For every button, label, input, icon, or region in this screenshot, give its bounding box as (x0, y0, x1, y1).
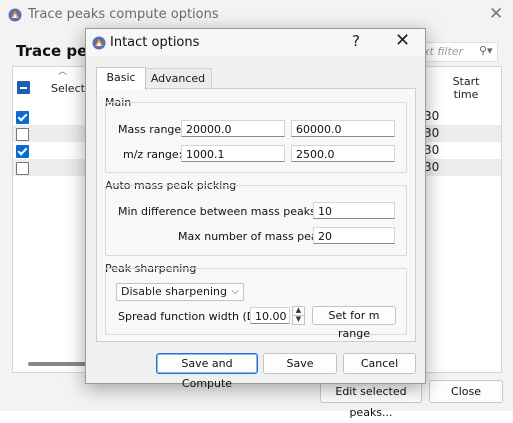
spread-width-field[interactable]: 10.00 (250, 307, 290, 324)
start-time-cell: 30 (424, 109, 440, 123)
basic-tab-panel: Main Mass range: 20000.0 60000.0 m/z ran… (96, 88, 416, 342)
dialog-title: Intact options (110, 35, 200, 50)
start-time-cell: 30 (424, 126, 440, 140)
mass-range-label: Mass range: (118, 123, 185, 136)
row-checkbox[interactable] (16, 162, 29, 175)
max-num-field[interactable]: 20 (313, 227, 395, 244)
select-all-checkbox[interactable] (17, 81, 30, 94)
mz-range-max-field[interactable]: 2500.0 (291, 145, 395, 162)
window-titlebar: Trace peaks compute options ✕ (0, 0, 513, 30)
main-group (105, 102, 407, 173)
mass-range-max-field[interactable]: 60000.0 (291, 120, 395, 137)
app-icon (92, 36, 106, 50)
start-time-cell: 30 (424, 160, 440, 174)
tab-advanced[interactable]: Advanced (144, 68, 212, 89)
search-dropdown-icon[interactable]: ⚲▾ (479, 44, 493, 57)
intact-options-dialog: Intact options ? ✕ Basic Advanced Main M… (85, 28, 426, 390)
help-icon[interactable]: ? (352, 32, 360, 50)
save-and-compute-button[interactable]: Save and Compute (156, 353, 258, 390)
spin-down-icon[interactable]: ▼ (292, 315, 305, 325)
mz-range-min-field[interactable]: 1000.1 (181, 145, 285, 162)
close-icon[interactable]: ✕ (395, 30, 410, 51)
sort-indicator-icon: ︿ (58, 67, 68, 77)
dialog-titlebar: Intact options ? ✕ (86, 29, 425, 56)
tab-basic[interactable]: Basic (96, 67, 146, 90)
mz-range-label: m/z range: (123, 148, 183, 161)
row-checkbox[interactable] (16, 128, 29, 141)
row-checkbox[interactable] (16, 145, 29, 158)
window-title: Trace peaks compute options (28, 7, 219, 22)
filter-placeholder: xt filter (423, 45, 464, 58)
row-checkbox[interactable] (16, 111, 29, 124)
save-button[interactable]: Save (263, 353, 337, 374)
max-num-label: Max number of mass peaks: (178, 230, 334, 243)
spread-width-label: Spread function width (Da): (118, 310, 270, 323)
auto-mass-group (105, 185, 407, 256)
sharpening-mode-value: Disable sharpening (121, 285, 227, 298)
close-icon[interactable]: ✕ (489, 4, 503, 24)
start-time-cell: 30 (424, 143, 440, 157)
cancel-button[interactable]: Cancel (343, 353, 416, 374)
filter-input[interactable]: xt filter ⚲▾ (418, 42, 498, 62)
close-button[interactable]: Close (429, 380, 503, 403)
min-diff-field[interactable]: 10 (313, 202, 395, 219)
column-header-start-time[interactable]: Start time (446, 75, 486, 101)
mass-range-min-field[interactable]: 20000.0 (181, 120, 285, 137)
spread-width-stepper[interactable]: ▲ ▼ (292, 306, 305, 325)
set-for-m-range-button[interactable]: Set for m range (312, 306, 396, 340)
chevron-down-icon: ⌵ (231, 286, 239, 297)
sharpening-mode-select[interactable]: Disable sharpening ⌵ (116, 283, 244, 301)
app-icon (8, 8, 22, 22)
